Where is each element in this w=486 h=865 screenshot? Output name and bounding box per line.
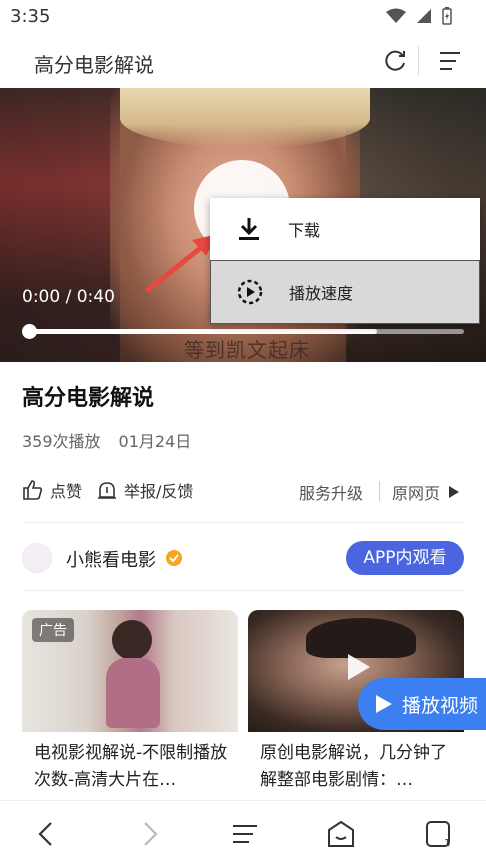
verified-icon (166, 550, 182, 566)
author-name[interactable]: 小熊看电影 (66, 546, 156, 572)
video-options-menu: 下载 播放速度 (210, 198, 480, 324)
menu-item-download[interactable]: 下载 (210, 198, 480, 260)
forward-icon[interactable] (134, 819, 164, 849)
ad-badge: 广告 (32, 618, 74, 642)
status-time: 3:35 (10, 6, 51, 27)
author-row: 小熊看电影 APP内观看 (22, 538, 464, 578)
video-time: 0:00 / 0:40 (22, 287, 115, 307)
play-triangle-icon (449, 486, 460, 498)
play-count: 359次播放 (22, 432, 101, 451)
card-title: 原创电影解说，几分钟了解整部电影剧情：… (260, 743, 447, 790)
play-icon (376, 695, 392, 713)
refresh-icon[interactable] (382, 48, 408, 74)
play-video-button[interactable]: 播放视频 (358, 678, 486, 730)
avatar[interactable] (22, 543, 52, 573)
signal-icon (417, 9, 431, 23)
menu-item-playback-speed[interactable]: 播放速度 (210, 260, 480, 324)
recommend-card[interactable]: 广告 电视影视解说-不限制播放次数-高清大片在… (22, 610, 238, 800)
open-in-app-button[interactable]: APP内观看 (346, 541, 464, 575)
video-subtitle: 等到凯文起床 (184, 338, 310, 362)
action-row: 点赞 举报/反馈 服务升级 原网页 (22, 478, 464, 504)
report-button[interactable]: 举报/反馈 (96, 478, 193, 502)
status-bar: 3:35 (0, 0, 486, 34)
original-page-link[interactable]: 原网页 (392, 480, 460, 504)
page-title: 高分电影解说 (34, 53, 154, 77)
like-button[interactable]: 点赞 (22, 478, 82, 502)
service-upgrade-link[interactable]: 服务升级 (299, 480, 363, 504)
progress-handle[interactable] (22, 324, 37, 339)
bottom-nav: 1 (0, 800, 486, 865)
header-divider (418, 46, 419, 76)
menu-item-label: 下载 (288, 221, 321, 240)
header: 高分电影解说 (0, 34, 486, 88)
download-icon (239, 218, 259, 240)
menu-icon[interactable] (438, 50, 462, 72)
playback-speed-icon (237, 279, 263, 305)
card-title: 电视影视解说-不限制播放次数-高清大片在… (34, 743, 228, 790)
video-meta: 359次播放 01月24日 (22, 428, 191, 452)
battery-icon (442, 7, 452, 25)
svg-text:1: 1 (444, 838, 450, 849)
alarm-icon (98, 482, 116, 499)
play-icon (348, 654, 370, 680)
back-icon[interactable] (32, 819, 62, 849)
publish-date: 01月24日 (118, 432, 192, 451)
tabs-icon[interactable]: 1 (424, 819, 454, 849)
video-title: 高分电影解说 (22, 386, 155, 411)
home-icon[interactable] (326, 819, 356, 849)
menu-icon[interactable] (230, 819, 260, 849)
menu-item-label: 播放速度 (289, 284, 354, 303)
thumbs-up-icon (23, 480, 43, 500)
wifi-icon (386, 8, 406, 23)
